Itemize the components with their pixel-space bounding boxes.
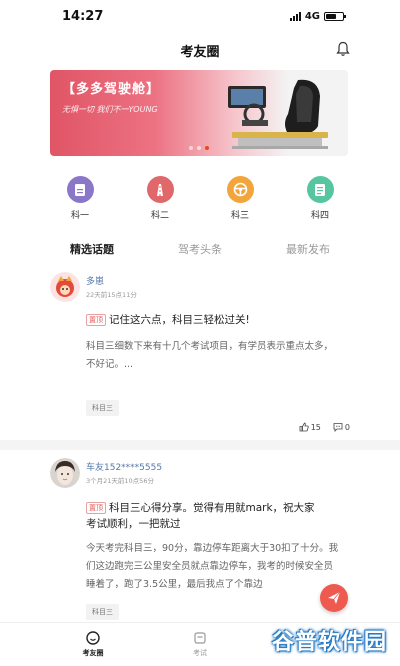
subject-label: 科二: [150, 211, 169, 221]
post-author[interactable]: 车友152****5555: [86, 460, 162, 473]
post-title-line2: 考试顺利，一把就过: [86, 518, 181, 530]
tabbar-label: 考友圈: [82, 649, 104, 657]
subject-item-2[interactable]: 科二: [140, 176, 180, 221]
post-tag[interactable]: 科目三: [86, 400, 119, 416]
banner-pagination: [50, 146, 348, 150]
status-indicators: 4G: [289, 10, 346, 22]
post-card[interactable]: 多崽 22天前15点11分 置顶 记住这六点，科目三轻松过关! 科目三细数下来有十…: [50, 272, 350, 432]
like-button[interactable]: 15: [299, 422, 321, 432]
signal-icon: [289, 11, 301, 21]
comment-button[interactable]: 0: [333, 422, 350, 432]
subject-label: 科一: [70, 211, 89, 221]
banner-dot[interactable]: [197, 146, 201, 150]
header: 考友圈: [0, 32, 400, 68]
network-type: 4G: [304, 10, 320, 22]
subject-item-4[interactable]: 科四: [300, 176, 340, 221]
tabbar-item-exam[interactable]: 考试: [180, 631, 220, 658]
post-title-text: 记住这六点，科目三轻松过关!: [109, 314, 250, 326]
status-bar: 14:27 4G: [0, 0, 400, 32]
chat-icon: [86, 631, 100, 645]
comment-icon: [333, 423, 343, 432]
status-time: 14:27: [62, 8, 104, 24]
watermark-logo: 谷普软件园: [272, 620, 396, 660]
send-icon: [328, 591, 341, 604]
exam-icon: [194, 632, 206, 644]
subject-label: 科四: [310, 211, 329, 221]
post-tag[interactable]: 科目三: [86, 604, 119, 620]
thumbs-up-icon: [299, 422, 309, 432]
banner-dot-active[interactable]: [205, 146, 209, 150]
banner-dot[interactable]: [189, 146, 193, 150]
post-author[interactable]: 多崽: [86, 274, 104, 287]
tabbar-item-circle[interactable]: 考友圈: [73, 631, 113, 658]
avatar[interactable]: [50, 458, 80, 488]
subject-item-1[interactable]: 科一: [60, 176, 100, 221]
watermark-text: 谷普软件园: [272, 630, 388, 655]
post-card[interactable]: 车友152****5555 3个月21天前10点56分 置顶 科目三心得分享。觉得…: [50, 458, 350, 620]
checklist-icon: [306, 176, 334, 203]
subject-shortcuts: 科一 科二 科三 科四: [0, 176, 400, 226]
tab-latest[interactable]: 最新发布: [286, 241, 330, 257]
banner-title: 【多多驾驶舱】: [62, 82, 161, 97]
post-title[interactable]: 置顶 科目三心得分享。觉得有用就mark，祝大家 考试顺利，一把就过: [86, 500, 315, 532]
post-title-line1: 科目三心得分享。觉得有用就mark，祝大家: [109, 502, 315, 514]
post-title[interactable]: 置顶 记住这六点，科目三轻松过关!: [86, 312, 250, 328]
like-count: 15: [310, 422, 321, 432]
battery-icon: [324, 11, 346, 21]
road-icon: [146, 176, 174, 203]
banner-subtitle: 无惧一切 我们不一YOUNG: [62, 105, 158, 114]
comment-count: 0: [344, 422, 350, 432]
post-body[interactable]: 今天考完科目三，90分，靠边停车距离大于30扣了十分。我们这边跑完三公里安全员就…: [86, 540, 342, 594]
section-divider: [0, 440, 400, 450]
post-time: 3个月21天前10点56分: [86, 477, 154, 485]
post-body[interactable]: 科目三细数下来有十几个考试项目，有学员表示重点太多，不好记。...: [86, 338, 342, 374]
post-stats: 15 0: [299, 422, 350, 432]
bell-icon[interactable]: [336, 41, 350, 57]
pinned-badge: 置顶: [86, 502, 106, 514]
document-icon: [66, 176, 94, 203]
tab-featured[interactable]: 精选话题: [70, 241, 114, 257]
avatar[interactable]: [50, 272, 80, 302]
driving-simulator-image: [228, 79, 328, 149]
page-title: 考友圈: [180, 44, 220, 60]
tab-headlines[interactable]: 驾考头条: [178, 241, 222, 257]
post-time: 22天前15点11分: [86, 291, 137, 299]
promo-banner[interactable]: 【多多驾驶舱】 无惧一切 我们不一YOUNG: [50, 70, 348, 156]
steering-wheel-icon: [226, 176, 254, 203]
tabbar-label: 考试: [193, 649, 207, 657]
pinned-badge: 置顶: [86, 314, 106, 326]
compose-button[interactable]: [320, 584, 348, 612]
subject-label: 科三: [230, 211, 249, 221]
topic-tabs: 精选话题 驾考头条 最新发布: [50, 236, 350, 262]
subject-item-3[interactable]: 科三: [220, 176, 260, 221]
